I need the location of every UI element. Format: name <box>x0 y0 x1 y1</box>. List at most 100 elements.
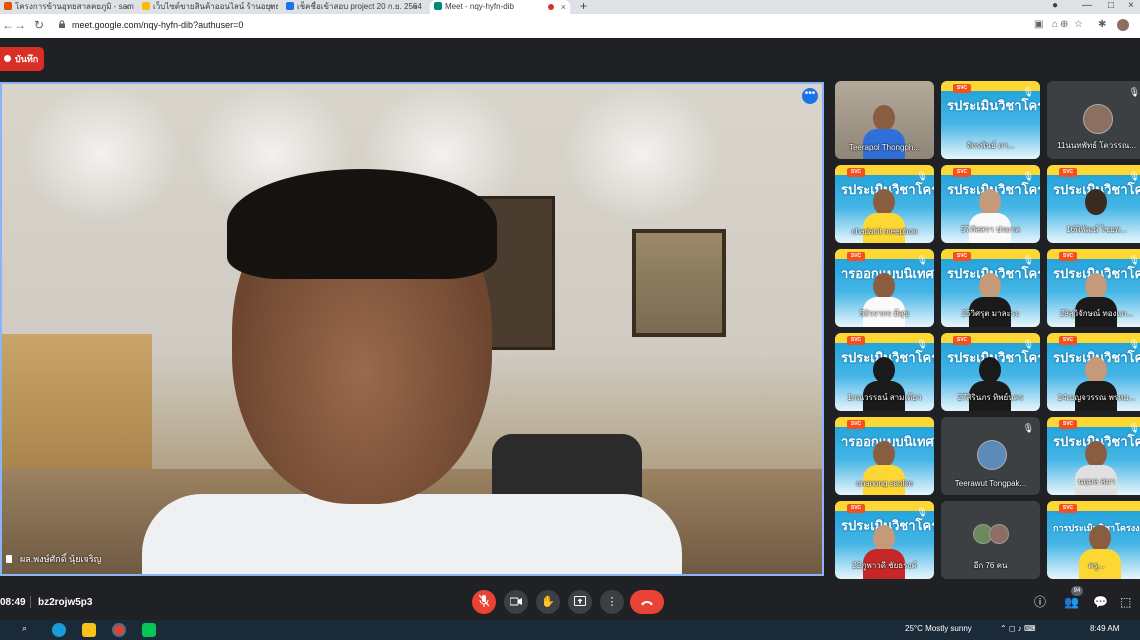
new-tab-button[interactable]: + <box>580 0 587 13</box>
participant-name: chadanit meephon <box>851 227 918 236</box>
profile-avatar[interactable] <box>1117 19 1129 31</box>
participant-name: Teerawut Tongpak... <box>954 479 1027 488</box>
meeting-controls-bar: 08:49 bz2rojw5p3 ✋ ⋮ ⓘ 👥 94 💬 ⬚ <box>0 586 1140 620</box>
more-options-icon[interactable]: ••• <box>802 88 818 104</box>
participant-tile[interactable]: SVC ารออกแบบนิเทศน์ 🎙 50วรากร มีสุข <box>835 249 934 327</box>
svc-logo: SVC <box>1059 504 1077 513</box>
forward-arrow-icon[interactable]: → <box>14 18 26 32</box>
mic-muted-icon: 🎙 <box>916 171 928 181</box>
url-field[interactable]: meet.google.com/nqy-hyfn-dib?authuser=0 <box>72 20 243 30</box>
participant-count-badge: 94 <box>1071 586 1083 596</box>
recording-badge[interactable]: บันทึก <box>0 47 44 71</box>
svc-logo: SVC <box>1059 168 1077 177</box>
svc-logo: SVC <box>953 168 971 177</box>
weather-widget[interactable]: 25°C Mostly sunny <box>905 624 972 633</box>
activities-icon[interactable]: ⬚ <box>1120 595 1131 609</box>
participant-face <box>1085 273 1107 299</box>
ceiling-light <box>22 84 182 224</box>
main-speaker-video[interactable]: ••• ผล.พงษ์ศักดิ์ นุ้ยเจริญ <box>0 82 824 576</box>
participant-face <box>1085 189 1107 215</box>
participant-tile[interactable]: 🎙 Teerawut Tongpak... <box>941 417 1040 495</box>
close-tab-icon[interactable]: × <box>269 0 274 14</box>
close-tab-icon[interactable]: × <box>561 0 566 14</box>
taskbar-clock[interactable]: 8:49 AM <box>1090 624 1119 633</box>
participant-tile[interactable]: SVC รประเมินวิชาโครงงา 🎙 จักรพันธ์ ภา... <box>941 81 1040 159</box>
lock-icon[interactable] <box>58 20 66 28</box>
participant-tile[interactable]: SVC การประเมินวิชาโครงงาน ครู... <box>1047 501 1140 579</box>
participant-tile[interactable]: SVC รประเมินวิชาโครงงา 🎙 25วิศรุต มาละระ <box>941 249 1040 327</box>
back-arrow-icon[interactable]: ← <box>2 18 14 32</box>
record-icon <box>4 55 11 62</box>
system-tray-icons[interactable]: ⌃ ◻ ♪ ⌨ <box>1000 624 1036 633</box>
participant-name: 27สิรินภร ทิพย์นคร <box>957 393 1024 402</box>
file-explorer-icon[interactable] <box>82 623 96 637</box>
line-app-icon[interactable] <box>142 623 156 637</box>
close-tab-icon[interactable]: × <box>125 0 130 14</box>
participant-face <box>873 189 895 215</box>
participant-tile[interactable]: SVC รประเมินวิชาโครงงา 🎙 14เบญจวรรณ พรหม… <box>1047 333 1140 411</box>
participant-tile[interactable]: 🎙 11นนทพัทธ์ โตวรรณ... <box>1047 81 1140 159</box>
mic-off-icon <box>478 594 490 607</box>
more-participants-label: อีก 76 คน <box>973 561 1008 570</box>
browser-tab-4[interactable]: Meet - nqy-hyfn-dib × <box>430 0 570 14</box>
mic-muted-icon: 🎙 <box>1022 339 1034 349</box>
participant-avatar <box>1083 104 1113 134</box>
close-window-icon[interactable]: × <box>1128 0 1134 12</box>
camera-toggle-button[interactable] <box>504 590 528 614</box>
divider <box>30 596 31 608</box>
mic-toggle-button[interactable] <box>472 590 496 614</box>
meeting-details-icon[interactable]: ⓘ <box>1034 595 1046 609</box>
raise-hand-button[interactable]: ✋ <box>536 590 560 614</box>
browser-tab-1[interactable]: โครงการข้านอุทยสาลคยภูมิ - samrit × <box>0 0 134 14</box>
participant-tile[interactable]: SVC รประเมินวิชาโครงงา 🎙 57ภัสสรา ปรมาล <box>941 165 1040 243</box>
browser-tab-bar: โครงการข้านอุทยสาลคยภูมิ - samrit × เว็บ… <box>0 0 1140 14</box>
bookmark-star-icon[interactable]: ☆ <box>1074 19 1083 31</box>
main-speaker-name: ผล.พงษ์ศักดิ์ นุ้ยเจริญ <box>20 554 102 564</box>
participant-tile[interactable]: SVC ารออกแบบนิเทศน์ onanong saolim <box>835 417 934 495</box>
more-vert-icon: ⋮ <box>606 596 618 608</box>
participant-name: 1กณวรรธน์ สามเดียว <box>847 393 922 402</box>
participant-tile[interactable]: SVC รประเมินวิชาโครงงา 🎙 22ภูพาวดี ชัยธร… <box>835 501 934 579</box>
tab-favicon-icon <box>286 2 294 10</box>
edge-icon[interactable] <box>52 623 66 637</box>
hang-up-icon <box>641 601 653 606</box>
more-participants-tile[interactable]: อีก 76 คน <box>941 501 1040 579</box>
participant-face <box>979 273 1001 299</box>
participant-tile[interactable]: SVC รประเมินวิชาโครงงา 🎙 27สิรินภร ทิพย์… <box>941 333 1040 411</box>
participant-name: Teerapol Thongph... <box>848 143 920 152</box>
tab-label: โครงการข้านอุทยสาลคยภูมิ - samrit <box>15 2 134 11</box>
participant-tile[interactable]: SVC รประเมินวิชาโครงงา 🎙 29สุวิจักษณ์ ทอ… <box>1047 249 1140 327</box>
svc-logo: SVC <box>847 336 865 345</box>
browser-tab-2[interactable]: เว็บไซต์ขายสินค้าออนไลน์ ร้านอยุทยสาม × <box>138 0 278 14</box>
participant-tile[interactable]: SVC รประเมินวิชาโครงงา 🎙 16พิพัฒน์ ไชยพ.… <box>1047 165 1140 243</box>
close-tab-icon[interactable]: × <box>413 0 418 14</box>
camera-permission-icon[interactable]: ▣ <box>1034 19 1043 31</box>
speaker-hair <box>227 169 497 279</box>
participant-tile[interactable]: Teerapol Thongph... <box>835 81 934 159</box>
reload-icon[interactable]: ↻ <box>34 18 44 32</box>
tab-favicon-icon <box>434 2 442 10</box>
chrome-icon[interactable] <box>112 623 126 637</box>
translate-icon[interactable]: ⌂ <box>1052 19 1058 31</box>
maximize-icon[interactable]: □ <box>1108 0 1114 12</box>
leave-call-button[interactable] <box>630 590 664 614</box>
extensions-icon[interactable]: ✱ <box>1098 19 1106 31</box>
chat-icon[interactable]: 💬 <box>1093 595 1108 609</box>
people-icon[interactable]: 👥 <box>1064 595 1079 609</box>
zoom-icon[interactable]: ⊕ <box>1060 19 1068 31</box>
more-options-button[interactable]: ⋮ <box>600 590 624 614</box>
browser-tab-3[interactable]: เช็คชื่อเข้าสอบ project 20 ก.ย. 2564 × <box>282 0 422 14</box>
participant-name: 16พิพัฒน์ ไชยพ... <box>1066 225 1127 234</box>
participant-tile[interactable]: SVC รประเมินวิชาโครงงา 🎙 chadanit meepho… <box>835 165 934 243</box>
participant-name: 14เบญจวรรณ พรหม... <box>1057 393 1136 402</box>
participant-tile[interactable]: SVC รประเมินวิชาโครงงา 🎙 1กณวรรธน์ สามเด… <box>835 333 934 411</box>
tab-search-icon[interactable]: ● <box>1052 0 1058 12</box>
ceiling-light <box>562 84 722 224</box>
pin-icon[interactable] <box>6 555 12 563</box>
participant-tile[interactable]: SVC รประเมินวิชาโครงงา 🎙 นฤมล สมา <box>1047 417 1140 495</box>
main-speaker-label: ผล.พงษ์ศักดิ์ นุ้ยเจริญ <box>6 552 101 566</box>
present-screen-button[interactable] <box>568 590 592 614</box>
svc-logo: SVC <box>847 168 865 177</box>
search-icon[interactable]: ⌕ <box>22 623 36 637</box>
minimize-icon[interactable]: — <box>1082 0 1092 12</box>
